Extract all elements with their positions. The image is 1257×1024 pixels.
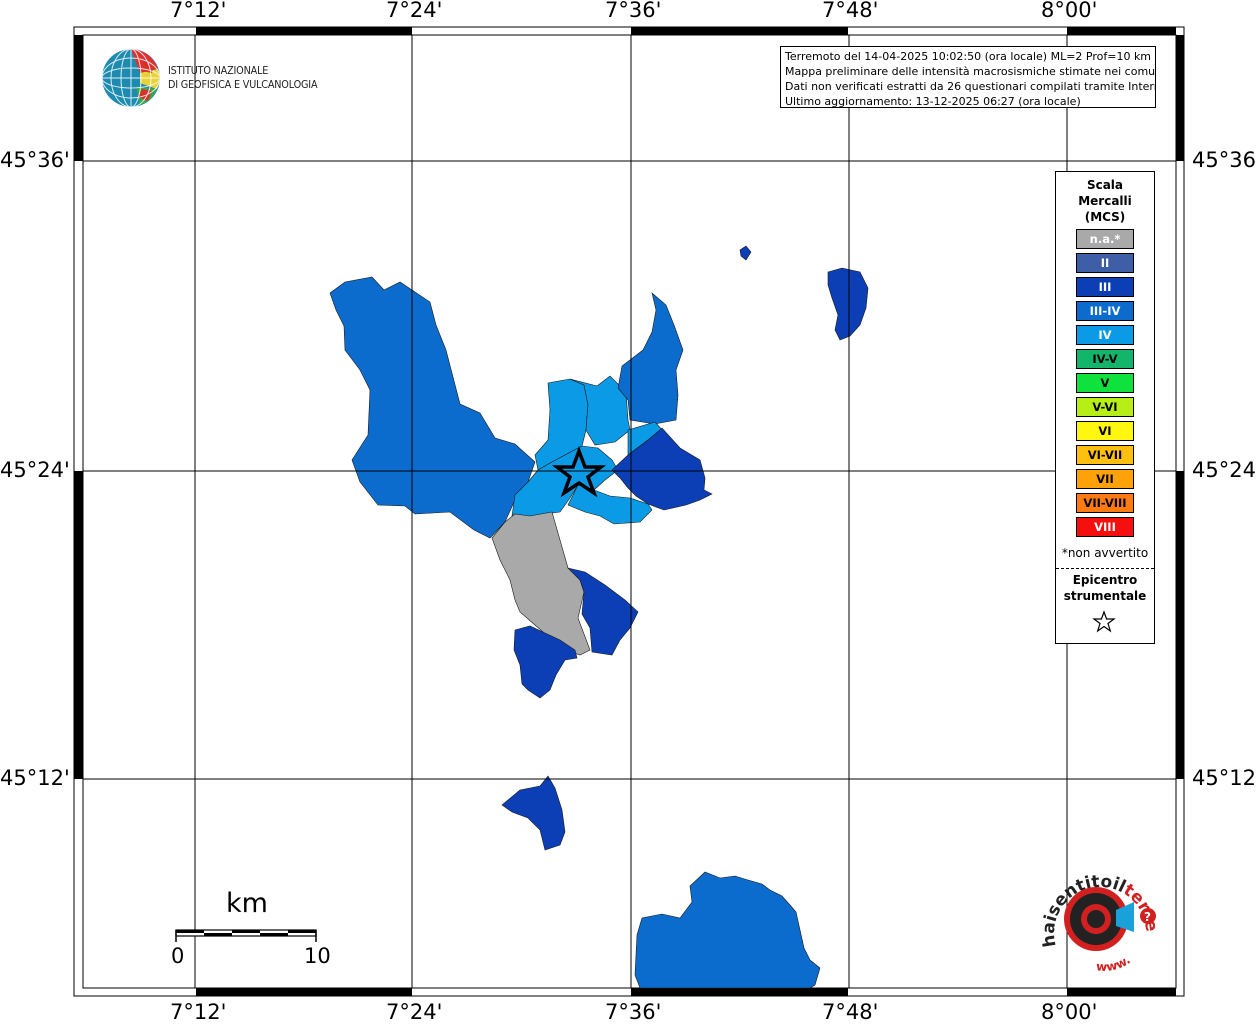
svg-text:www.: www. (1096, 953, 1133, 974)
legend-item: IV (1076, 325, 1134, 345)
institute-name-line1: ISTITUTO NAZIONALE (168, 65, 269, 77)
legend-separator (1056, 568, 1154, 569)
legend-epicenter-label: Epicentro strumentale (1056, 572, 1154, 604)
legend-title-line2: Mercalli (1078, 194, 1132, 208)
star-icon (1092, 610, 1116, 633)
svg-text:?: ? (1144, 910, 1151, 924)
event-info-box: Terremoto del 14-04-2025 10:02:50 (ora l… (780, 46, 1156, 108)
scale-ruler (175, 929, 317, 942)
legend-epicenter-line2: strumentale (1063, 589, 1147, 603)
legend-item: n.a.* (1076, 229, 1134, 249)
legend-item: V (1076, 373, 1134, 393)
lon-tick-bottom-4: 7°48' (822, 1000, 879, 1024)
lon-tick-top-4: 7°48' (822, 0, 879, 22)
legend-item: IV-V (1076, 349, 1134, 369)
scale-bar: km 0 10 (170, 888, 331, 978)
lat-tick-right-3: 45°12' (1192, 766, 1257, 790)
legend-item: II (1076, 253, 1134, 273)
institute-name: ISTITUTO NAZIONALE DI GEOFISICA E VULCAN… (168, 64, 318, 92)
scale-unit: km (226, 888, 268, 919)
legend-item: VI (1076, 421, 1134, 441)
legend-item: VII (1076, 469, 1134, 489)
legend-note: *non avvertito (1061, 546, 1149, 560)
lon-tick-bottom-1: 7°12' (170, 1000, 227, 1024)
lat-tick-left-3: 45°12' (0, 766, 70, 790)
legend-item: VI-VII (1076, 445, 1134, 465)
hst-text-bottom: www. (1096, 953, 1133, 974)
legend-title: Scala Mercalli (MCS) (1056, 177, 1154, 225)
event-info-line4: Ultimo aggiornamento: 13-12-2025 06:27 (… (785, 95, 1081, 108)
lat-tick-right-2: 45°24' (1192, 458, 1257, 482)
lat-tick-left-1: 45°36' (0, 148, 70, 172)
event-info-line3: Dati non verificati estratti da 26 quest… (785, 80, 1156, 93)
event-info-line2: Mappa preliminare delle intensità macros… (785, 65, 1156, 78)
lon-tick-bottom-3: 7°36' (605, 1000, 662, 1024)
lon-tick-bottom-5: 8°00' (1041, 1000, 1098, 1024)
lon-tick-top-2: 7°24' (386, 0, 443, 22)
legend-epicenter-line1: Epicentro (1072, 573, 1138, 587)
lon-tick-top-1: 7°12' (170, 0, 227, 22)
scale-max-label: 10 (304, 944, 331, 968)
legend-item: III (1076, 277, 1134, 297)
legend-title-line1: Scala (1086, 178, 1124, 192)
haisentito-logo-icon: haisentitoilterremoto.it www. ? (1027, 851, 1161, 974)
ingv-globe-icon (101, 48, 161, 108)
institute-name-line2: DI GEOFISICA E VULCANOLOGIA (168, 79, 318, 91)
legend-item: V-VI (1076, 397, 1134, 417)
scale-min-label: 0 (171, 944, 185, 968)
legend-item: VII-VIII (1076, 493, 1134, 513)
legend-item: III-IV (1076, 301, 1134, 321)
haisentito-logo: haisentitoilterremoto.it www. ? (1027, 851, 1166, 985)
lat-tick-right-1: 45°36' (1192, 148, 1257, 172)
lon-tick-top-5: 8°00' (1041, 0, 1098, 22)
intensity-legend: Scala Mercalli (MCS) n.a.* II III III-IV IV I… (1055, 171, 1155, 644)
event-info-line1: Terremoto del 14-04-2025 10:02:50 (ora l… (785, 50, 1152, 63)
legend-item: VIII (1076, 517, 1134, 537)
legend-title-line3: (MCS) (1084, 210, 1126, 224)
lon-tick-bottom-2: 7°24' (386, 1000, 443, 1024)
lat-tick-left-2: 45°24' (0, 458, 70, 482)
lon-tick-top-3: 7°36' (605, 0, 662, 22)
